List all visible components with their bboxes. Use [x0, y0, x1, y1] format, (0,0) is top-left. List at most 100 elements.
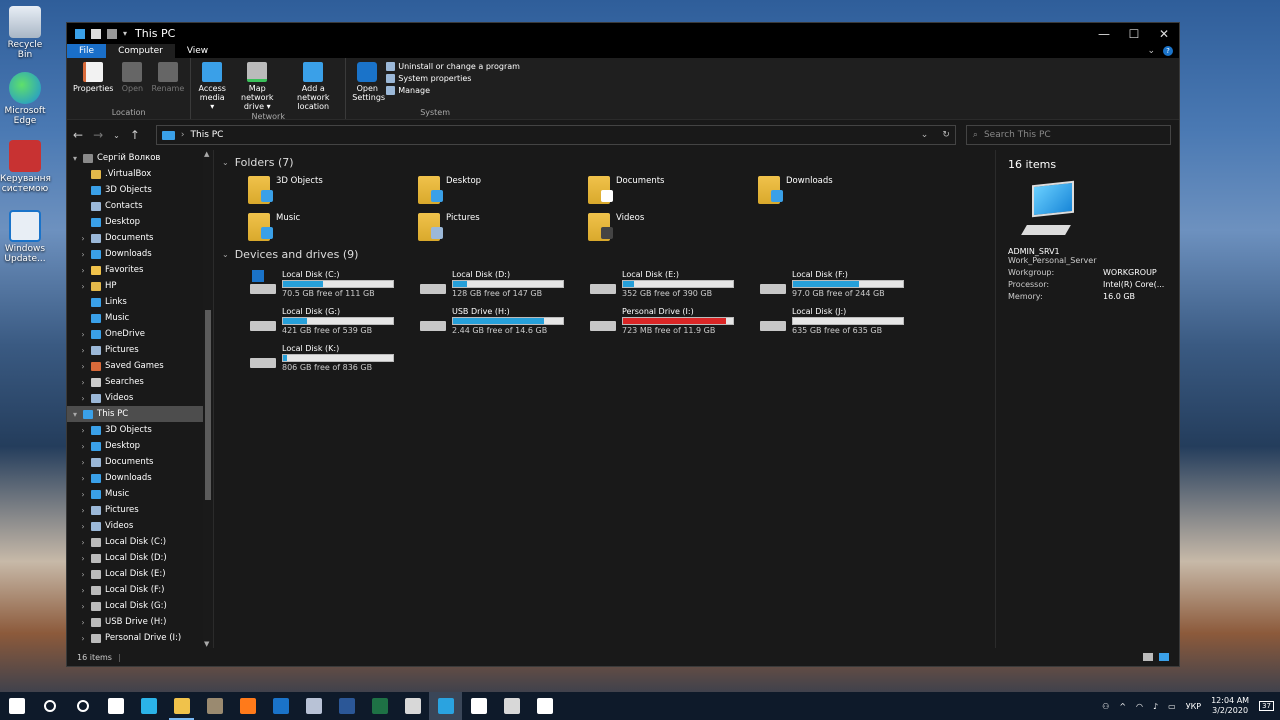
wifi-icon[interactable]: ◠ [1136, 702, 1143, 711]
address-dropdown-icon[interactable]: ⌄ [921, 130, 929, 140]
nav-item[interactable]: › Downloads [67, 470, 213, 486]
address-bar[interactable]: › This PC ⌄ ↻ [155, 125, 956, 145]
expand-chevron-icon[interactable]: › [79, 442, 87, 451]
collapse-chevron-icon[interactable]: ⌄ [222, 158, 229, 167]
file-explorer-button[interactable] [165, 692, 198, 720]
expand-chevron-icon[interactable]: › [79, 250, 87, 259]
search-button[interactable] [33, 692, 66, 720]
folder-item[interactable]: Music [248, 207, 418, 244]
nav-item[interactable]: ▾ Сергій Волков [67, 150, 213, 166]
desktop-icon-edge[interactable]: Microsoft Edge [0, 72, 50, 126]
expand-chevron-icon[interactable]: › [79, 522, 87, 531]
drive-item[interactable]: Local Disk (F:) 97.0 GB free of 244 GB [758, 262, 928, 299]
folders-section-header[interactable]: ⌄ Folders (7) [222, 154, 995, 170]
nav-item[interactable]: › HP [67, 278, 213, 294]
expand-chevron-icon[interactable]: › [79, 538, 87, 547]
open-settings-button[interactable]: Open Settings [350, 60, 385, 107]
nav-item[interactable]: › Favorites [67, 262, 213, 278]
drive-item[interactable]: Local Disk (D:) 128 GB free of 147 GB [418, 262, 588, 299]
properties-button[interactable]: Properties [71, 60, 115, 107]
cortana-button[interactable] [66, 692, 99, 720]
maximize-button[interactable]: ☐ [1119, 27, 1149, 41]
expand-chevron-icon[interactable]: › [79, 394, 87, 403]
nav-item[interactable]: Links [67, 294, 213, 310]
nav-item[interactable]: › Local Disk (F:) [67, 582, 213, 598]
nav-item[interactable]: › Local Disk (G:) [67, 598, 213, 614]
nav-item[interactable]: › Music [67, 486, 213, 502]
drives-section-header[interactable]: ⌄ Devices and drives (9) [222, 246, 995, 262]
folder-item[interactable]: Desktop [418, 170, 588, 207]
expand-chevron-icon[interactable]: › [79, 378, 87, 387]
large-icons-view-icon[interactable] [1159, 653, 1169, 661]
nav-item[interactable]: › Local Disk (D:) [67, 550, 213, 566]
manage-button[interactable]: Manage [386, 86, 520, 95]
task-view-button[interactable] [99, 692, 132, 720]
desktop-icon-windows-update[interactable]: Windows Update... [0, 210, 50, 264]
search-input[interactable]: Search This PC [984, 130, 1051, 140]
drive-item[interactable]: Local Disk (E:) 352 GB free of 390 GB [588, 262, 758, 299]
start-button[interactable] [0, 692, 33, 720]
notifications-icon[interactable]: 37 [1259, 701, 1274, 711]
nav-item[interactable]: › Videos [67, 518, 213, 534]
cloud-app-button[interactable] [297, 692, 330, 720]
folder-item[interactable]: Documents [588, 170, 758, 207]
nav-item[interactable]: › Personal Drive (I:) [67, 630, 213, 646]
expand-chevron-icon[interactable]: › [79, 490, 87, 499]
nav-item[interactable]: › Searches [67, 374, 213, 390]
battery-icon[interactable]: ▭ [1168, 702, 1176, 711]
expand-chevron-icon[interactable]: › [79, 426, 87, 435]
scrollbar-thumb[interactable] [205, 310, 211, 500]
nav-item[interactable]: Desktop [67, 214, 213, 230]
expand-chevron-icon[interactable]: › [79, 234, 87, 243]
uninstall-program-button[interactable]: Uninstall or change a program [386, 62, 520, 71]
expand-chevron-icon[interactable]: › [79, 634, 87, 643]
drive-item[interactable]: USB Drive (H:) 2.44 GB free of 14.6 GB [418, 299, 588, 336]
properties-icon[interactable] [91, 28, 101, 39]
up-icon[interactable]: ↑ [130, 128, 140, 142]
scroll-up-icon[interactable]: ▲ [204, 150, 209, 158]
forward-icon[interactable]: → [93, 128, 103, 142]
open-button[interactable]: Open [117, 60, 147, 107]
nav-item[interactable]: Music [67, 310, 213, 326]
drive-item[interactable]: Local Disk (K:) 806 GB free of 836 GB [248, 336, 418, 373]
recent-locations-icon[interactable]: ⌄ [113, 131, 120, 140]
expand-chevron-icon[interactable]: › [79, 554, 87, 563]
new-folder-icon[interactable] [107, 28, 117, 39]
tray-overflow-icon[interactable]: ^ [1119, 702, 1126, 711]
expand-chevron-icon[interactable]: › [79, 474, 87, 483]
details-view-icon[interactable] [1143, 653, 1153, 661]
folder-item[interactable]: Pictures [418, 207, 588, 244]
nav-item[interactable]: › Pictures [67, 342, 213, 358]
expand-chevron-icon[interactable]: › [79, 506, 87, 515]
expand-chevron-icon[interactable]: › [79, 458, 87, 467]
breadcrumb-separator-icon[interactable]: › [181, 130, 185, 140]
rename-button[interactable]: Rename [149, 60, 186, 107]
nav-item[interactable]: ▾ This PC [67, 406, 213, 422]
people-icon[interactable]: ⚇ [1102, 702, 1109, 711]
nav-item[interactable]: › Saved Games [67, 358, 213, 374]
calculator-button[interactable] [495, 692, 528, 720]
expand-chevron-icon[interactable]: › [79, 330, 87, 339]
nav-scrollbar[interactable]: ▲ ▼ [203, 150, 213, 648]
telegram-button[interactable] [429, 692, 462, 720]
back-icon[interactable]: ← [73, 128, 83, 142]
excel-button[interactable] [363, 692, 396, 720]
folder-item[interactable]: Videos [588, 207, 758, 244]
collapse-ribbon-icon[interactable]: ⌄ [1147, 46, 1155, 56]
help-icon[interactable]: ? [1163, 46, 1173, 56]
nav-item[interactable]: › Local Disk (C:) [67, 534, 213, 550]
nav-item[interactable]: › Videos [67, 390, 213, 406]
collapse-chevron-icon[interactable]: ⌄ [222, 250, 229, 259]
nav-item[interactable]: 3D Objects [67, 182, 213, 198]
folder-item[interactable]: Downloads [758, 170, 928, 207]
nav-item[interactable]: Contacts [67, 198, 213, 214]
pointer-app-button[interactable] [462, 692, 495, 720]
expand-chevron-icon[interactable]: › [79, 362, 87, 371]
breadcrumb[interactable]: This PC [191, 130, 224, 140]
add-network-location-button[interactable]: Add a network location [285, 60, 341, 111]
desktop-icon-recycle-bin[interactable]: Recycle Bin [0, 6, 50, 60]
refresh-icon[interactable]: ↻ [942, 130, 950, 140]
expand-chevron-icon[interactable]: › [79, 586, 87, 595]
firefox-button[interactable] [231, 692, 264, 720]
access-media-button[interactable]: Access media ▾ [195, 60, 229, 111]
